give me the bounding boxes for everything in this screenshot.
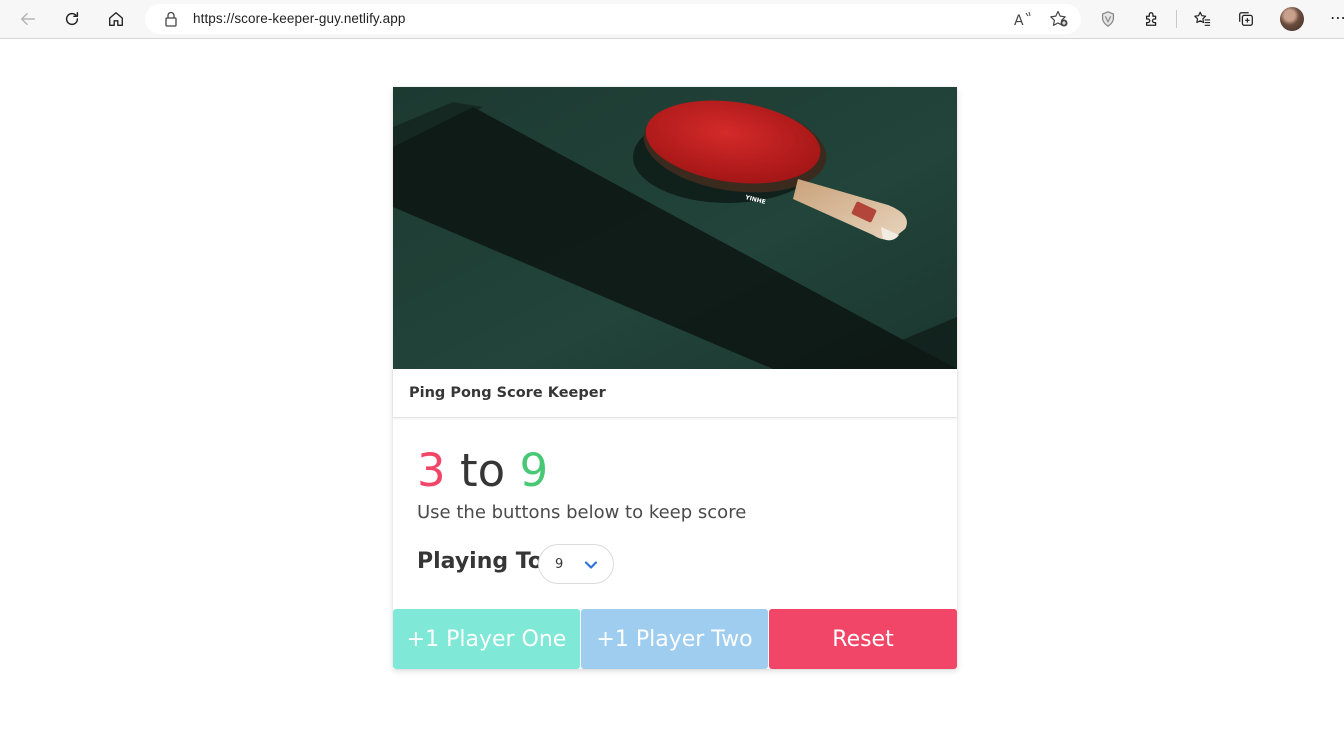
home-icon[interactable] (102, 6, 130, 32)
more-icon[interactable]: ⋯ (1330, 8, 1344, 27)
back-icon[interactable] (14, 6, 42, 32)
instructions-text: Use the buttons below to keep score (417, 502, 747, 523)
svg-text:A: A (1014, 13, 1024, 28)
score-display: 3 to 9 (417, 445, 548, 497)
refresh-icon[interactable] (58, 6, 86, 32)
chevron-down-icon[interactable] (583, 557, 599, 573)
player-two-score: 9 (519, 444, 549, 497)
address-bar[interactable]: https://score-keeper-guy.netlify.app A (145, 4, 1081, 34)
reset-button[interactable]: Reset (769, 609, 957, 669)
ping-pong-paddle-image: YINHE (393, 87, 957, 369)
playing-to-select[interactable]: 9 (538, 544, 614, 584)
favorite-add-icon[interactable] (1049, 10, 1069, 28)
collections-icon[interactable] (1236, 9, 1256, 29)
read-aloud-icon[interactable]: A (1013, 10, 1033, 28)
favorites-icon[interactable] (1192, 9, 1212, 29)
player-one-score: 3 (417, 444, 446, 497)
url-text[interactable]: https://score-keeper-guy.netlify.app (193, 11, 405, 26)
score-keeper-card: YINHE Ping Pong Score Keeper 3 to 9 Use … (393, 87, 957, 669)
lock-icon[interactable] (163, 10, 179, 28)
shield-icon[interactable] (1098, 9, 1118, 29)
score-separator: to (459, 444, 506, 497)
add-player-one-button[interactable]: +1 Player One (393, 609, 580, 669)
browser-toolbar: https://score-keeper-guy.netlify.app A ⋯ (0, 0, 1344, 39)
profile-avatar[interactable] (1280, 7, 1304, 31)
playing-to-value[interactable]: 9 (555, 557, 563, 572)
extensions-icon[interactable] (1142, 9, 1162, 29)
add-player-two-button[interactable]: +1 Player Two (581, 609, 768, 669)
playing-to-label: Playing To (417, 549, 543, 574)
card-title: Ping Pong Score Keeper (409, 385, 606, 401)
card-header: Ping Pong Score Keeper (393, 369, 957, 418)
toolbar-divider (1176, 10, 1177, 28)
